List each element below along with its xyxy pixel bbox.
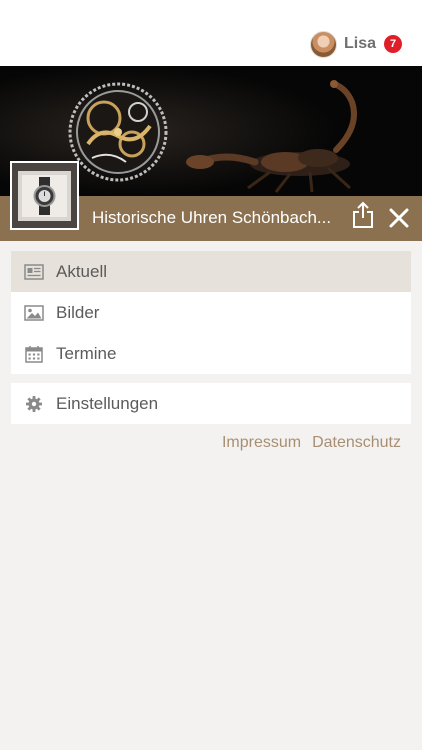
shop-title: Historische Uhren Schönbach... xyxy=(92,208,332,227)
menu-item-label: Bilder xyxy=(56,302,100,322)
top-bar: Lisa 7 xyxy=(0,0,422,66)
datenschutz-link[interactable]: Datenschutz xyxy=(312,434,401,452)
news-icon xyxy=(24,263,44,281)
menu-item-termine[interactable]: Termine xyxy=(11,333,411,374)
footer-links: Impressum Datenschutz xyxy=(222,434,401,452)
image-icon xyxy=(24,304,44,322)
impressum-link[interactable]: Impressum xyxy=(222,434,301,452)
avatar[interactable] xyxy=(309,30,337,58)
share-icon xyxy=(353,201,373,228)
menu-item-label: Einstellungen xyxy=(56,393,159,413)
menu-item-bilder[interactable]: Bilder xyxy=(11,292,411,333)
settings-menu: Einstellungen xyxy=(11,383,411,424)
main-menu: Aktuell Bilder Termine xyxy=(11,251,411,374)
menu-item-label: Termine xyxy=(56,343,117,363)
share-button[interactable] xyxy=(350,201,376,229)
close-icon xyxy=(389,208,409,228)
menu-item-label: Aktuell xyxy=(56,261,108,281)
close-button[interactable] xyxy=(386,205,412,231)
user-name[interactable]: Lisa xyxy=(344,35,376,53)
user-profile[interactable]: Lisa 7 xyxy=(309,30,402,58)
gear-icon xyxy=(24,395,44,413)
menu-item-aktuell[interactable]: Aktuell xyxy=(11,251,411,292)
notification-badge[interactable]: 7 xyxy=(384,35,402,53)
calendar-icon xyxy=(24,345,44,363)
menu-item-einstellungen[interactable]: Einstellungen xyxy=(11,383,411,424)
shop-logo-image xyxy=(10,161,79,230)
